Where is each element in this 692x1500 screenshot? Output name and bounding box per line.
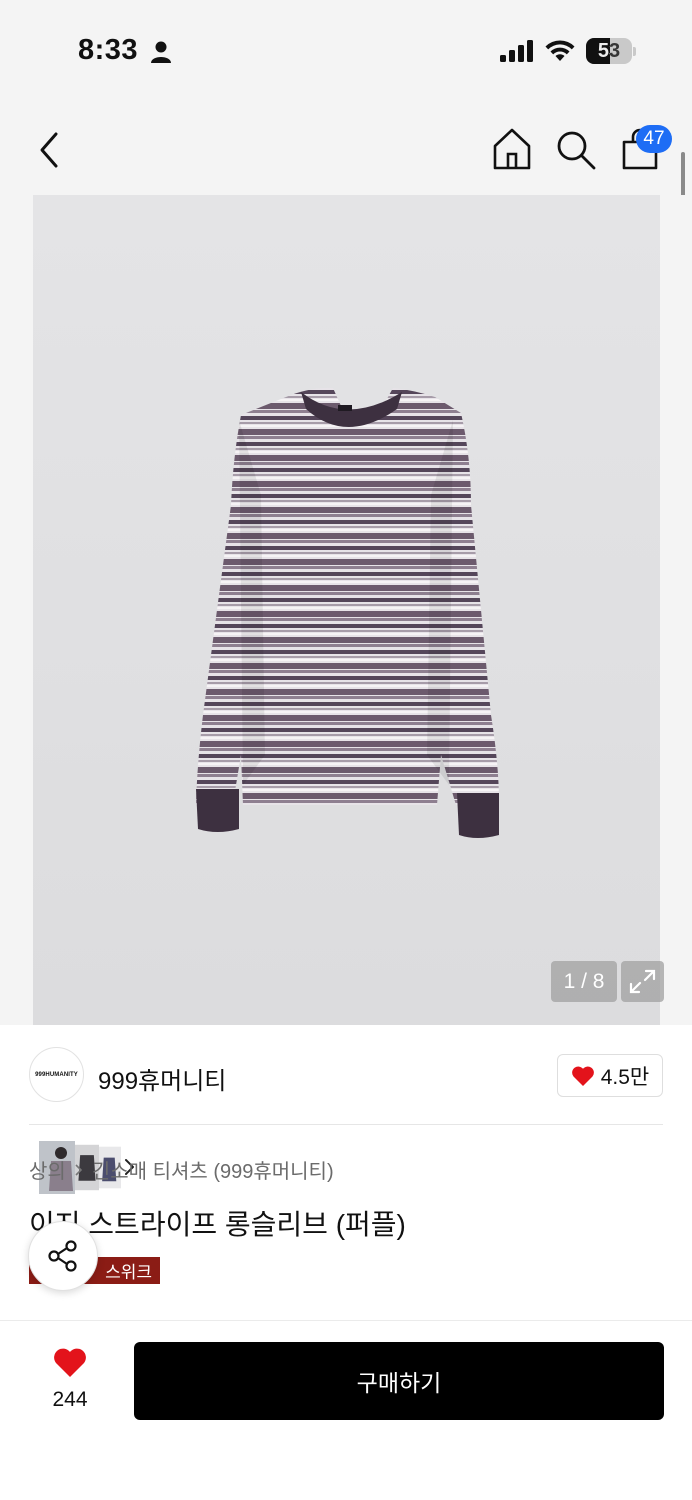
brand-name[interactable]: 999휴머니티 <box>98 1061 226 1096</box>
share-icon <box>48 1240 77 1272</box>
expand-icon <box>629 969 656 994</box>
brand-row[interactable]: 999HUMANITY 999휴머니티 4.5만 <box>0 1026 692 1126</box>
product-gallery[interactable] <box>0 195 692 1197</box>
share-button[interactable] <box>28 1221 98 1291</box>
back-arrow-icon[interactable] <box>28 128 72 172</box>
battery-icon: 53 <box>586 38 632 64</box>
striped-longsleeve-illustration <box>196 387 499 838</box>
wish-count: 244 <box>52 1388 88 1411</box>
product-image[interactable] <box>33 195 660 1025</box>
breadcrumb-category[interactable]: 상의 <box>29 1155 66 1184</box>
brand-logo[interactable]: 999HUMANITY <box>29 1047 84 1102</box>
wifi-icon <box>545 40 575 61</box>
expand-image-button[interactable] <box>621 961 664 1002</box>
bottom-purchase-bar: 244 구매하기 <box>0 1320 692 1500</box>
status-time: 8:33 <box>78 34 139 66</box>
heart-icon <box>571 1066 594 1086</box>
brand-like-count: 4.5만 <box>600 1065 650 1089</box>
battery-level: 53 <box>597 39 621 62</box>
breadcrumb: 상의 긴소매 티셔츠 (999휴머니티) <box>29 1155 334 1184</box>
person-icon <box>151 41 171 63</box>
signal-icon <box>500 40 533 62</box>
status-bar: 8:33 53 <box>0 0 692 100</box>
search-icon[interactable] <box>554 128 598 172</box>
breadcrumb-subcategory[interactable]: 긴소매 티셔츠 (999휴머니티) <box>92 1155 334 1184</box>
heart-icon[interactable] <box>52 1347 88 1379</box>
top-nav-bar <box>0 100 692 195</box>
brand-like-button[interactable]: 4.5만 <box>557 1054 663 1097</box>
buy-button[interactable]: 구매하기 <box>134 1342 664 1420</box>
chevron-right-icon <box>75 1163 82 1176</box>
home-icon[interactable] <box>490 126 534 172</box>
image-page-counter: 1 / 8 <box>551 961 617 1002</box>
status-indicators: 53 <box>500 36 636 66</box>
divider <box>29 1124 663 1125</box>
cart-count-badge: 47 <box>636 125 672 153</box>
